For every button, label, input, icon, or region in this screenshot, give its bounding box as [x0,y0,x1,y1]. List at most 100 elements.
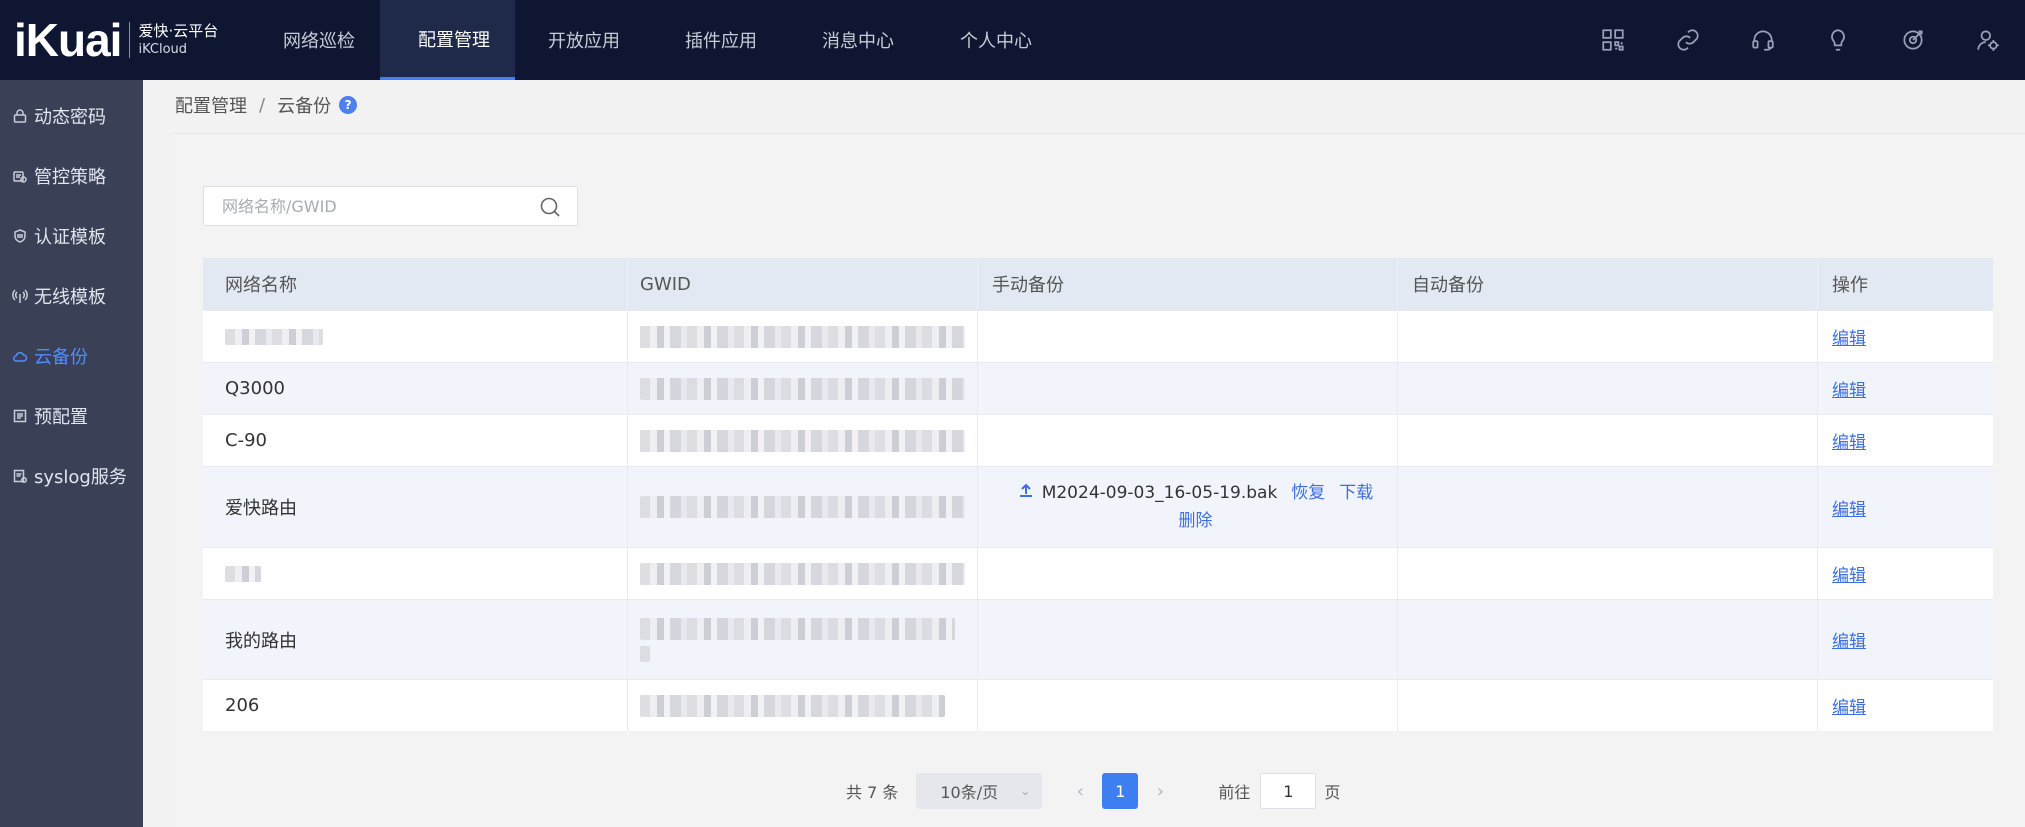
auto-backup-cell [1398,680,1818,731]
manual-backup-cell [978,311,1398,362]
table-row: 编辑 [203,547,1993,599]
nav-network-inspection[interactable]: 网络巡检 [258,0,380,80]
sidebar-item-label: 无线模板 [34,287,106,308]
next-page-icon[interactable]: › [1142,773,1178,809]
edit-link[interactable]: 编辑 [1832,324,1866,349]
edit-link[interactable]: 编辑 [1832,627,1866,652]
edit-link[interactable]: 编辑 [1832,495,1866,520]
manual-backup-cell [978,415,1398,466]
gwid-cell [628,363,978,414]
breadcrumb: 配置管理 / 云备份 ? [175,92,358,118]
page-size-select[interactable]: 10条/页 ⌄ [916,773,1043,809]
top-navbar: iKuai 爱快·云平台 iKCloud 网络巡检 配置管理 开放应用 插件应用… [0,0,2025,80]
lock-icon [12,108,28,124]
logo-title: 爱快·云平台 [138,22,219,40]
sidebar-item-syslog[interactable]: syslog服务 [0,446,143,506]
actions-cell: 编辑 [1818,311,1993,362]
search-input[interactable] [204,187,524,225]
table-row: 爱快路由 M2024-09-03_16-05-19.bak 恢复 下载 删除 编… [203,466,1993,547]
network-name-cell [203,311,628,362]
user-settings-icon[interactable] [1950,0,2025,80]
redacted-gwid [640,325,965,348]
auto-backup-cell [1398,548,1818,599]
sidebar-item-control-policy[interactable]: 管控策略 [0,146,143,206]
edit-link[interactable]: 编辑 [1832,561,1866,586]
network-name-cell: C-90 [203,415,628,466]
sidebar-item-label: 云备份 [34,347,88,368]
logo[interactable]: iKuai 爱快·云平台 iKCloud [14,12,218,68]
redacted-gwid-cont [640,645,650,662]
table-row: 206 编辑 [203,679,1993,731]
prev-page-icon[interactable]: ‹ [1062,773,1098,809]
network-name-cell: 206 [203,680,628,731]
manual-backup-cell [978,548,1398,599]
bulb-icon[interactable] [1800,0,1875,80]
sidebar-item-wireless-template[interactable]: 无线模板 [0,266,143,326]
sidebar-item-label: syslog服务 [34,467,127,488]
download-link[interactable]: 下载 [1339,479,1373,507]
total-count: 共 7 条 [846,783,899,802]
manual-backup-cell [978,680,1398,731]
col-auto-backup: 自动备份 [1398,258,1818,310]
logo-subtitle: iKCloud [138,42,188,57]
edit-link[interactable]: 编辑 [1832,428,1866,453]
nav-personal-center[interactable]: 个人中心 [927,0,1065,80]
target-icon[interactable] [1875,0,1950,80]
shield-icon [12,228,28,244]
goto-page: 前往 页 [1218,773,1340,809]
log-icon [12,468,28,484]
gwid-cell [628,311,978,362]
edit-link[interactable]: 编辑 [1832,376,1866,401]
logo-mark: iKuai [14,14,122,66]
network-name-cell: Q3000 [203,363,628,414]
edit-link[interactable]: 编辑 [1832,693,1866,718]
list-icon [12,408,28,424]
network-name-cell: 我的路由 [203,600,628,679]
restore-link[interactable]: 恢复 [1291,479,1325,507]
sidebar-item-label: 预配置 [34,407,88,428]
sidebar-item-label: 动态密码 [34,107,106,128]
link-icon[interactable] [1650,0,1725,80]
breadcrumb-parent[interactable]: 配置管理 [175,92,247,118]
delete-link[interactable]: 删除 [1179,507,1213,535]
redacted-name [225,328,323,345]
gwid-cell [628,467,978,547]
pagination: 共 7 条 10条/页 ⌄ ‹ 1 › 前往 页 [846,773,1340,809]
table-row: 编辑 [203,310,1993,362]
goto-prefix: 前往 [1218,783,1251,802]
col-network-name: 网络名称 [203,258,628,310]
gwid-cell [628,600,978,679]
col-actions: 操作 [1832,275,1868,296]
headset-icon[interactable] [1725,0,1800,80]
goto-suffix: 页 [1324,783,1341,802]
sidebar-item-label: 管控策略 [34,167,106,188]
manual-backup-cell: M2024-09-03_16-05-19.bak 恢复 下载 删除 [978,467,1398,547]
breadcrumb-separator: / [259,94,266,116]
auto-backup-cell [1398,363,1818,414]
page-number-current[interactable]: 1 [1102,773,1139,809]
backup-table: 网络名称 GWID 手动备份 自动备份 操作 编辑 Q3000 编辑 C-90 … [203,258,1993,731]
nav-config-management[interactable]: 配置管理 [380,0,515,80]
goto-page-input[interactable] [1260,773,1317,809]
nav-open-apps[interactable]: 开放应用 [515,0,653,80]
logo-text: 爱快·云平台 iKCloud [138,22,218,58]
col-manual-backup: 手动备份 [978,258,1398,310]
nav-plugin-apps[interactable]: 插件应用 [653,0,789,80]
col-gwid: GWID [628,258,978,310]
sidebar-item-dynamic-password[interactable]: 动态密码 [0,86,143,146]
wireless-icon [12,288,28,304]
grid-icon[interactable] [1575,0,1650,80]
sidebar-item-cloud-backup[interactable]: 云备份 [0,326,143,386]
manual-backup-cell [978,600,1398,679]
auto-backup-cell [1398,600,1818,679]
redacted-gwid [640,562,965,585]
help-icon[interactable]: ? [339,96,358,114]
sidebar-item-auth-template[interactable]: 认证模板 [0,206,143,266]
actions-cell: 编辑 [1818,548,1993,599]
sidebar-item-preconfig[interactable]: 预配置 [0,386,143,446]
search-icon[interactable] [539,196,561,218]
sidebar-item-label: 认证模板 [34,227,106,248]
top-icon-group [1575,0,2025,80]
actions-cell: 编辑 [1818,467,1993,547]
nav-message-center[interactable]: 消息中心 [789,0,927,80]
